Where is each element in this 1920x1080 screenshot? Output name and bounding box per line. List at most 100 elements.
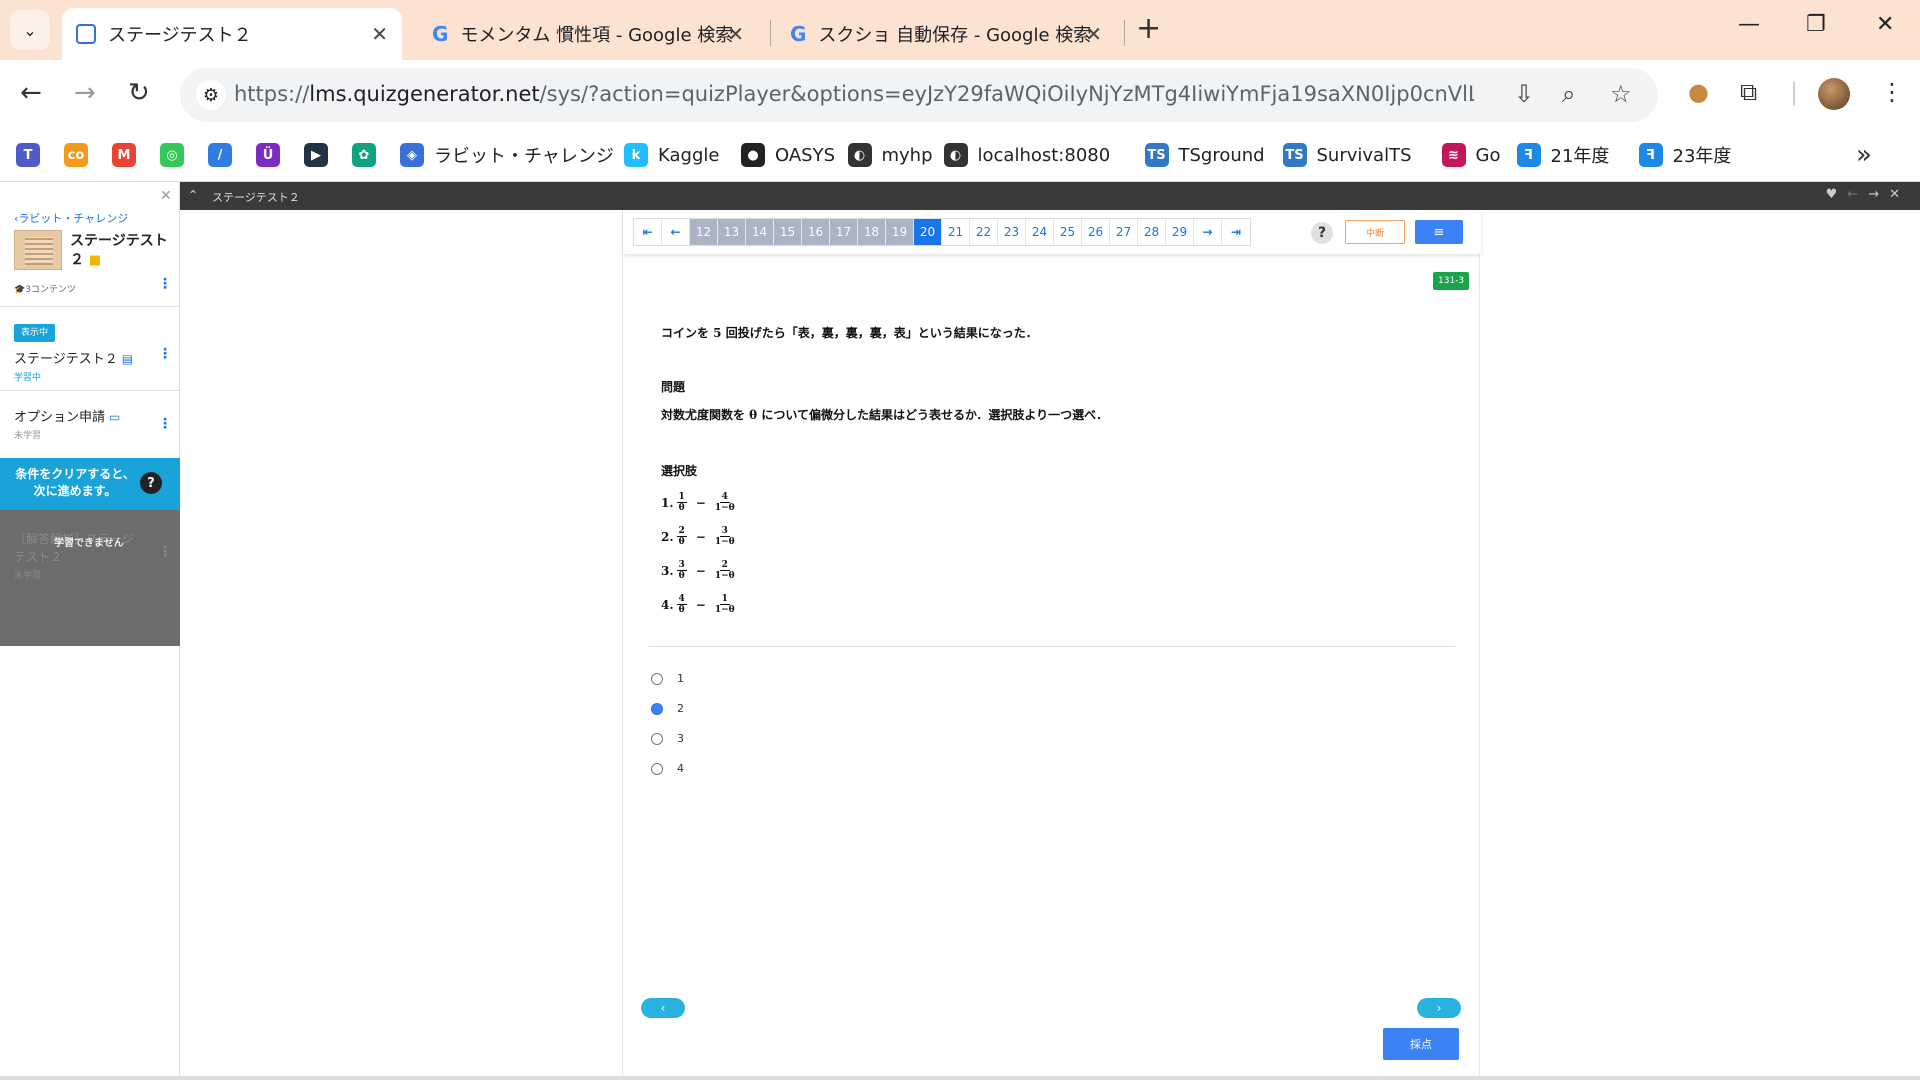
extensions-icon[interactable]: ⧉ (1740, 78, 1757, 106)
bookmark-label: SurvivalTS (1316, 144, 1412, 166)
page-number-button[interactable]: 21 (942, 219, 970, 245)
page-number-button[interactable]: 12 (690, 219, 718, 245)
collapse-icon[interactable]: ⌃ (188, 188, 198, 202)
tab-screenshot-search[interactable]: G スクショ 自動保存 - Google 検索 ✕ (776, 8, 1116, 60)
menu-icon[interactable]: ⋮ (1880, 78, 1904, 106)
site-settings-icon[interactable]: ⚙ (196, 80, 226, 110)
bookmark-item[interactable]: co (64, 140, 98, 170)
minus-sign: − (695, 495, 706, 510)
bookmark-item[interactable]: ◈ ラビット・チャレンジ (400, 140, 614, 170)
status-label: 学習中 (14, 373, 42, 383)
answer-option[interactable]: 4 (651, 762, 684, 775)
bookmark-item[interactable]: T (16, 140, 50, 170)
arrow-right-icon[interactable]: → (1868, 187, 1889, 202)
page-number-button[interactable]: 26 (1082, 219, 1110, 245)
bookmark-item[interactable]: TS SurvivalTS (1282, 140, 1412, 170)
bookmark-item[interactable]: ◐ myhp (847, 140, 933, 170)
help-icon[interactable]: ? (1311, 222, 1333, 244)
page-number-button[interactable]: 20 (914, 219, 942, 245)
next-page-button[interactable]: → (1194, 219, 1222, 245)
item-menu-icon[interactable]: ⋮ (158, 416, 172, 432)
bookmark-item[interactable]: M (112, 140, 146, 170)
bookmark-item[interactable]: TS TSground (1144, 140, 1265, 170)
page-number-button[interactable]: 23 (998, 219, 1026, 245)
page-number-button[interactable]: 15 (774, 219, 802, 245)
back-to-course-link[interactable]: ‹ラビット・チャレンジ (14, 210, 128, 226)
close-icon[interactable]: ✕ (1085, 22, 1102, 46)
bookmark-item[interactable]: Ü (256, 140, 290, 170)
profile-avatar[interactable] (1818, 78, 1850, 110)
answer-option[interactable]: 2 (651, 702, 684, 715)
tab-momentum-search[interactable]: G モメンタム 慣性項 - Google 検索 ✕ (418, 8, 758, 60)
f-icon: ꟻ (1638, 143, 1663, 167)
page-number-button[interactable]: 25 (1054, 219, 1082, 245)
bookmark-item[interactable]: ● OASYS (741, 140, 835, 170)
answer-option[interactable]: 3 (651, 732, 684, 745)
bookmark-item[interactable]: k Kaggle (624, 140, 719, 170)
zoom-icon[interactable]: ⌕ (1562, 80, 1575, 108)
status-label: 未学習 (14, 571, 42, 581)
first-page-button[interactable]: ⇤ (634, 219, 662, 245)
page-number-button[interactable]: 13 (718, 219, 746, 245)
url-text[interactable]: https://lms.quizgenerator.net/sys/?actio… (234, 82, 1474, 106)
arrow-left-icon[interactable]: ← (1847, 187, 1868, 202)
close-icon[interactable]: ✕ (160, 188, 172, 204)
bookmark-item[interactable]: ꟻ 23年度 (1638, 140, 1731, 170)
suspend-button[interactable]: 中断 (1345, 220, 1405, 244)
restore-button[interactable]: ❐ (1806, 12, 1826, 37)
heart-icon[interactable]: ♥ (1826, 187, 1848, 202)
close-icon[interactable]: ✕ (371, 22, 388, 46)
page-number-button[interactable]: 29 (1166, 219, 1194, 245)
address-bar[interactable]: ⚙ https://lms.quizgenerator.net/sys/?act… (180, 68, 1658, 122)
prev-page-button[interactable]: ← (662, 219, 690, 245)
back-button[interactable]: ← (20, 78, 42, 108)
help-icon[interactable]: ? (140, 472, 162, 494)
bookmark-item[interactable]: ꟻ 21年度 (1516, 140, 1609, 170)
bookmark-item[interactable]: / (208, 140, 242, 170)
sidebar-item-option-request[interactable]: オプション申請 ▭ (14, 406, 120, 425)
reload-button[interactable]: ↻ (128, 78, 150, 108)
minimize-button[interactable]: — (1738, 12, 1760, 37)
tab-search-button[interactable]: ⌄ (10, 10, 50, 50)
next-question-button[interactable]: › (1417, 998, 1461, 1018)
cookie-extension-icon[interactable]: ● (1688, 78, 1709, 106)
page-number-button[interactable]: 18 (858, 219, 886, 245)
install-app-icon[interactable]: ⇩ (1514, 80, 1534, 108)
close-icon[interactable]: ✕ (727, 22, 744, 46)
bookmark-item[interactable]: ≋ Go (1441, 140, 1500, 170)
page-number-button[interactable]: 27 (1110, 219, 1138, 245)
page-number-button[interactable]: 24 (1026, 219, 1054, 245)
bookmark-item[interactable]: ◐ localhost:8080 (943, 140, 1110, 170)
bookmark-item[interactable]: ◎ (160, 140, 194, 170)
radio-button[interactable] (651, 732, 663, 745)
previous-question-button[interactable]: ‹ (641, 998, 685, 1018)
page-number-button[interactable]: 19 (886, 219, 914, 245)
grade-button[interactable]: 採点 (1383, 1028, 1459, 1060)
bookmarks-overflow-icon[interactable]: » (1856, 140, 1872, 170)
new-tab-button[interactable]: + (1136, 14, 1161, 44)
radio-button[interactable] (651, 672, 663, 685)
page-number-button[interactable]: 14 (746, 219, 774, 245)
answer-option[interactable]: 1 (651, 672, 684, 685)
page-number-button[interactable]: 28 (1138, 219, 1166, 245)
bookmark-item[interactable]: ✿ (352, 140, 386, 170)
forward-button[interactable]: → (74, 78, 96, 108)
last-page-button[interactable]: ⇥ (1222, 219, 1250, 245)
close-icon[interactable]: ✕ (1889, 187, 1910, 202)
choice-formula: 3. 3 θ −2 1−θ (661, 560, 738, 581)
bookmark-star-icon[interactable]: ☆ (1610, 80, 1632, 108)
sidebar-item-stage-test[interactable]: ステージテスト２ ▤ (14, 348, 133, 367)
page-number-button[interactable]: 17 (830, 219, 858, 245)
kaggle-icon: k (624, 143, 648, 167)
content-bar-actions: ♥←→✕ (1826, 187, 1910, 202)
course-menu-icon[interactable]: ⋮ (158, 276, 172, 292)
tab-stage-test[interactable]: ステージテスト２ ✕ (62, 8, 402, 60)
bookmark-item[interactable]: ▶ (304, 140, 338, 170)
page-number-button[interactable]: 16 (802, 219, 830, 245)
window-close-button[interactable]: ✕ (1876, 12, 1894, 37)
radio-button[interactable] (651, 762, 663, 775)
question-list-button[interactable]: ≡ (1415, 220, 1463, 244)
radio-button[interactable] (651, 702, 663, 715)
page-number-button[interactable]: 22 (970, 219, 998, 245)
item-menu-icon[interactable]: ⋮ (158, 346, 172, 362)
